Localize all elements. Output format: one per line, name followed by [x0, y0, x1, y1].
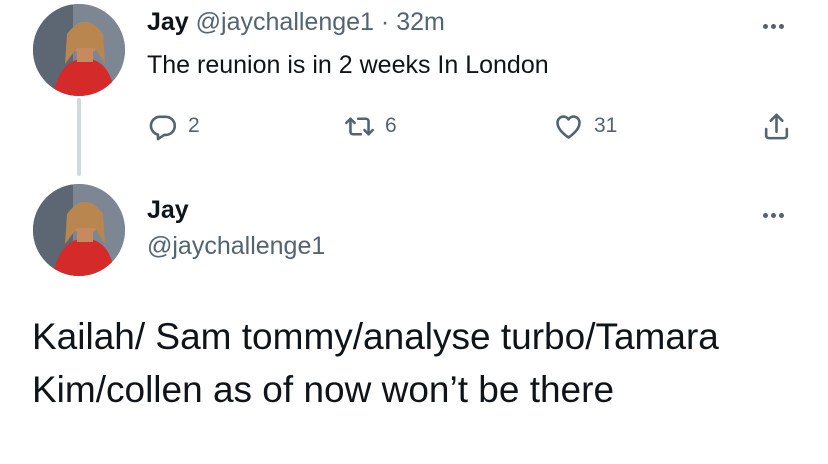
user-handle[interactable]: @jaychallenge1 — [196, 8, 374, 36]
share-icon — [764, 113, 789, 139]
share-button[interactable] — [761, 109, 792, 143]
tweet-text: Kailah/ Sam tommy/analyse turbo/Tamara K… — [32, 316, 719, 410]
separator-dot: · — [380, 8, 390, 36]
reply-button[interactable]: 2 — [147, 109, 200, 143]
tweet-text: The reunion is in 2 weeks In London — [147, 51, 549, 79]
more-options-icon[interactable] — [763, 206, 787, 218]
heart-icon — [556, 114, 581, 139]
retweet-icon — [345, 116, 374, 136]
reply-icon — [149, 115, 177, 140]
display-name[interactable]: Jay — [147, 8, 189, 36]
avatar[interactable] — [33, 184, 125, 276]
display-name[interactable]: Jay — [147, 196, 189, 224]
avatar-image — [33, 184, 125, 276]
retweet-button[interactable]: 6 — [344, 109, 397, 143]
tweet-timestamp[interactable]: 32m — [396, 8, 445, 36]
more-options-icon[interactable] — [763, 17, 787, 29]
user-handle[interactable]: @jaychallenge1 — [147, 232, 325, 260]
like-count: 31 — [594, 114, 618, 137]
avatar[interactable] — [33, 4, 125, 96]
avatar-image — [33, 4, 125, 96]
tweet-header: Jay @jaychallenge1 · 32m — [147, 8, 445, 36]
tweet-thread: Jay @jaychallenge1 · 32m The reunion is … — [0, 0, 828, 464]
retweet-count: 6 — [385, 114, 397, 137]
reply-count: 2 — [188, 114, 200, 137]
thread-connector-line — [77, 98, 81, 176]
like-button[interactable]: 31 — [553, 109, 617, 143]
